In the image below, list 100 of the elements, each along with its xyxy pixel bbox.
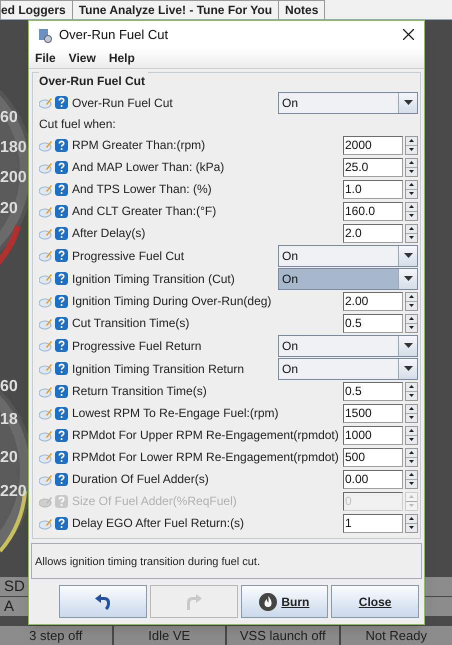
spinner-arrows[interactable] (405, 470, 418, 488)
setting-label: Ignition Timing Transition Return (72, 360, 244, 378)
app-tab[interactable]: Tune Analyze Live! - Tune For You (72, 0, 280, 19)
number-field[interactable]: 1500 (343, 404, 403, 422)
help-icon[interactable] (55, 450, 68, 464)
help-icon[interactable] (55, 204, 68, 218)
menu-item[interactable]: View (68, 49, 96, 67)
app-icon (37, 26, 53, 42)
number-field[interactable]: 1000 (343, 426, 403, 444)
spinner-arrows[interactable] (405, 292, 418, 310)
indicator: Not Ready (340, 626, 452, 645)
help-icon[interactable] (55, 339, 68, 352)
help-icon[interactable] (55, 272, 68, 285)
setting-label: After Delay(s) (72, 225, 146, 242)
setting-label: Lowest RPM To Re-Engage Fuel:(rpm) (72, 405, 279, 422)
section-label: Cut fuel when: (39, 116, 116, 133)
number-field[interactable]: 2000 (343, 136, 403, 154)
gauge-label: 18 (0, 410, 18, 430)
setting-label: And MAP Lower Than: (kPa) (72, 159, 224, 176)
setting-label: And CLT Greater Than:(°F) (72, 203, 216, 220)
setting-label: RPMdot For Lower RPM Re-Engagement(rpmdot) (72, 449, 339, 466)
gauge-label: 20 (0, 199, 18, 219)
spinner-arrows[interactable] (405, 404, 418, 422)
dropdown-arrow-icon (404, 253, 412, 258)
number-field[interactable]: 0.5 (343, 314, 403, 332)
menu-item[interactable]: Help (108, 49, 135, 67)
close-icon[interactable] (403, 29, 414, 40)
gauge-label: 220 (0, 482, 27, 502)
help-icon[interactable] (55, 316, 68, 330)
spinner-arrows[interactable] (405, 158, 418, 176)
setting-label: Duration Of Fuel Adder(s) (72, 471, 209, 488)
help-icon[interactable] (55, 384, 68, 398)
gauge-label: 60 (0, 377, 18, 397)
setting-label: Progressive Fuel Return (72, 338, 202, 354)
app-tab[interactable]: Notes (278, 0, 326, 19)
help-icon[interactable] (55, 428, 68, 442)
burn-button[interactable]: Burn (240, 585, 328, 618)
number-field[interactable]: 2.0 (343, 224, 403, 242)
spinner-arrows[interactable] (405, 202, 418, 220)
indicator: VSS launch off (227, 626, 338, 645)
gauge-label: 60 (0, 108, 18, 128)
spinner-arrows[interactable] (405, 382, 418, 400)
window-title: Over-Run Fuel Cut (59, 26, 168, 44)
dropdown[interactable]: On (278, 244, 418, 266)
indicator: Idle VE (114, 626, 225, 645)
spinner-arrows[interactable] (405, 136, 418, 154)
dropdown-arrow-icon (404, 343, 412, 348)
setting-label: Over-Run Fuel Cut (72, 94, 173, 112)
number-field[interactable]: 2.00 (343, 292, 403, 310)
gauge-label: 20 (0, 448, 18, 468)
number-field[interactable]: 160.0 (343, 202, 403, 220)
spinner-arrows[interactable] (405, 224, 418, 242)
undo-button[interactable] (59, 585, 147, 618)
help-icon[interactable] (55, 226, 68, 240)
setting-label: And TPS Lower Than: (%) (72, 181, 212, 198)
dropdown-arrow-icon (404, 276, 412, 281)
setting-label: RPM Greater Than:(rpm) (72, 137, 206, 154)
setting-label: Return Transition Time(s) (72, 383, 207, 400)
setting-label: RPMdot For Upper RPM Re-Engagement(rpmdot) (72, 427, 339, 444)
gauge-label: 200 (0, 168, 27, 188)
help-icon[interactable] (55, 160, 68, 174)
spinner-arrows[interactable] (405, 448, 418, 466)
spinner-arrows[interactable] (405, 426, 418, 444)
dropdown-arrow-icon (404, 366, 412, 371)
app-tab[interactable]: ed Loggers (0, 0, 73, 19)
help-icon[interactable] (55, 249, 68, 262)
number-field[interactable]: 25.0 (343, 158, 403, 176)
setting-label: Progressive Fuel Cut (72, 248, 184, 264)
number-field[interactable]: 1.0 (343, 180, 403, 198)
gauge-label: 180 (0, 138, 27, 158)
number-field[interactable]: 500 (343, 448, 403, 466)
spinner-arrows[interactable] (405, 180, 418, 198)
spinner-arrows[interactable] (405, 514, 418, 532)
close-button[interactable]: Close (331, 585, 419, 618)
help-icon[interactable] (55, 516, 68, 530)
setting-label: Delay EGO After Fuel Return:(s) (72, 515, 244, 532)
setting-label: Size Of Fuel Adder(%ReqFuel) (72, 493, 237, 510)
setting-label: Ignition Timing Transition (Cut) (72, 270, 235, 288)
menu-item[interactable]: File (35, 49, 56, 67)
number-field[interactable]: 0.00 (343, 470, 403, 488)
setting-label: Cut Transition Time(s) (72, 315, 190, 332)
help-icon[interactable] (55, 472, 68, 486)
help-icon[interactable] (55, 406, 68, 420)
help-icon[interactable] (55, 182, 68, 196)
number-field[interactable]: 1 (343, 514, 403, 532)
spinner-arrows[interactable] (405, 314, 418, 332)
help-icon[interactable] (55, 294, 68, 308)
help-icon[interactable] (55, 96, 68, 109)
help-icon[interactable] (55, 362, 68, 375)
help-icon[interactable] (55, 138, 68, 152)
indicator: 3 step off (0, 626, 112, 645)
setting-label: Ignition Timing During Over-Run(deg) (72, 293, 272, 310)
description-text: Allows ignition timing transition during fuel cut. (35, 556, 260, 568)
dropdown[interactable]: On (278, 268, 418, 290)
number-field[interactable]: 0.5 (343, 382, 403, 400)
dropdown[interactable]: On (278, 92, 418, 114)
dropdown[interactable]: On (278, 334, 418, 356)
dropdown-arrow-icon (404, 100, 412, 105)
flame-icon (259, 592, 278, 610)
dropdown[interactable]: On (278, 358, 418, 380)
